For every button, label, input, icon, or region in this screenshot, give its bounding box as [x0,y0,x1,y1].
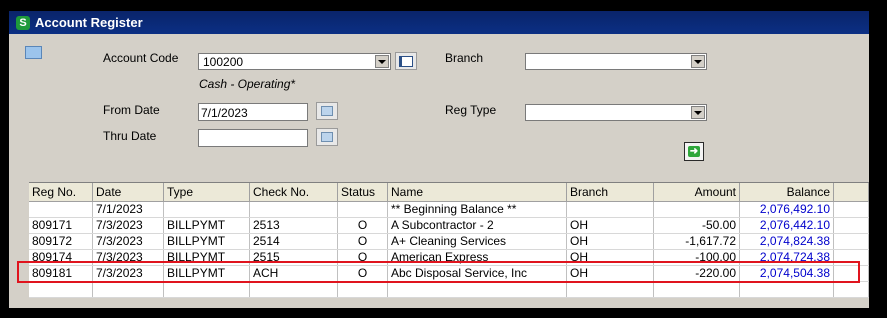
app-icon: S [16,15,30,30]
reg-type-combo[interactable] [525,104,707,121]
cell-empty [740,282,834,297]
account-description: Cash - Operating* [199,77,296,91]
cell-type: BILLPYMT [164,218,250,233]
chevron-down-icon[interactable] [375,55,389,68]
cell-name: ** Beginning Balance ** [388,202,567,217]
branch-label: Branch [445,51,484,65]
branch-combo[interactable] [525,53,707,70]
account-register-window: S Account Register Account Code 100200 C… [9,11,869,308]
cell-balance: 2,076,492.10 [740,202,834,217]
cell-type [164,202,250,217]
col-header-status[interactable]: Status [338,183,388,201]
cell-reg-no: 809171 [29,218,93,233]
cell-date: 7/3/2023 [93,234,164,249]
reg-type-label: Reg Type [445,103,497,117]
cell-empty [250,282,338,297]
title-bar: S Account Register [9,11,869,34]
cell-status: O [338,234,388,249]
cell-amount [654,202,740,217]
highlight-box [17,261,860,283]
col-header-blank [834,183,869,201]
col-header-date[interactable]: Date [93,183,164,201]
table-row[interactable]: 7/1/2023 ** Beginning Balance ** 2,076,4… [29,202,869,218]
col-header-check-no[interactable]: Check No. [250,183,338,201]
cell-reg-no: 809172 [29,234,93,249]
arrow-right-icon: ➜ [688,146,700,157]
cell-name: A Subcontractor - 2 [388,218,567,233]
cell-check-no: 2514 [250,234,338,249]
from-date-field[interactable]: 7/1/2023 [198,103,308,121]
table-row[interactable]: 809171 7/3/2023 BILLPYMT 2513 O A Subcon… [29,218,869,234]
cell-amount: -1,617.72 [654,234,740,249]
cell-name: A+ Cleaning Services [388,234,567,249]
cell-blank [834,202,869,217]
cell-empty [29,282,93,297]
grid-header: Reg No. Date Type Check No. Status Name … [29,183,869,202]
col-header-branch[interactable]: Branch [567,183,654,201]
from-date-label: From Date [103,103,160,117]
account-lookup-button[interactable] [395,52,417,70]
calendar-icon [321,132,333,142]
cell-reg-no [29,202,93,217]
cell-check-no [250,202,338,217]
thru-date-label: Thru Date [103,129,157,143]
cell-empty [338,282,388,297]
thru-date-field[interactable] [198,129,308,147]
account-code-combo[interactable]: 100200 [198,53,391,70]
cell-empty [388,282,567,297]
cell-blank [834,218,869,233]
cell-empty [567,282,654,297]
cell-date: 7/3/2023 [93,218,164,233]
thru-date-calendar-button[interactable] [316,128,338,146]
account-code-label: Account Code [103,51,179,65]
run-button[interactable]: ➜ [684,142,704,161]
cell-empty [834,282,869,297]
cell-branch [567,202,654,217]
cell-type: BILLPYMT [164,234,250,249]
cell-empty [93,282,164,297]
table-row-empty [29,282,869,298]
cell-amount: -50.00 [654,218,740,233]
cell-date: 7/1/2023 [93,202,164,217]
chevron-down-icon[interactable] [691,106,705,119]
col-header-balance[interactable]: Balance [740,183,834,201]
cell-check-no: 2513 [250,218,338,233]
cell-balance: 2,076,442.10 [740,218,834,233]
cell-empty [164,282,250,297]
cell-status: O [338,218,388,233]
cell-blank [834,234,869,249]
cell-balance: 2,074,824.38 [740,234,834,249]
cell-branch: OH [567,218,654,233]
form-icon [25,46,42,59]
cell-branch: OH [567,234,654,249]
col-header-name[interactable]: Name [388,183,567,201]
col-header-reg-no[interactable]: Reg No. [29,183,93,201]
col-header-amount[interactable]: Amount [654,183,740,201]
calendar-icon [321,106,333,116]
cell-empty [654,282,740,297]
table-row[interactable]: 809172 7/3/2023 BILLPYMT 2514 O A+ Clean… [29,234,869,250]
from-date-calendar-button[interactable] [316,102,338,120]
col-header-type[interactable]: Type [164,183,250,201]
book-icon [399,55,413,67]
chevron-down-icon[interactable] [691,55,705,68]
cell-status [338,202,388,217]
from-date-value: 7/1/2023 [201,106,248,120]
account-code-value: 100200 [203,55,244,69]
window-title: Account Register [35,15,143,30]
